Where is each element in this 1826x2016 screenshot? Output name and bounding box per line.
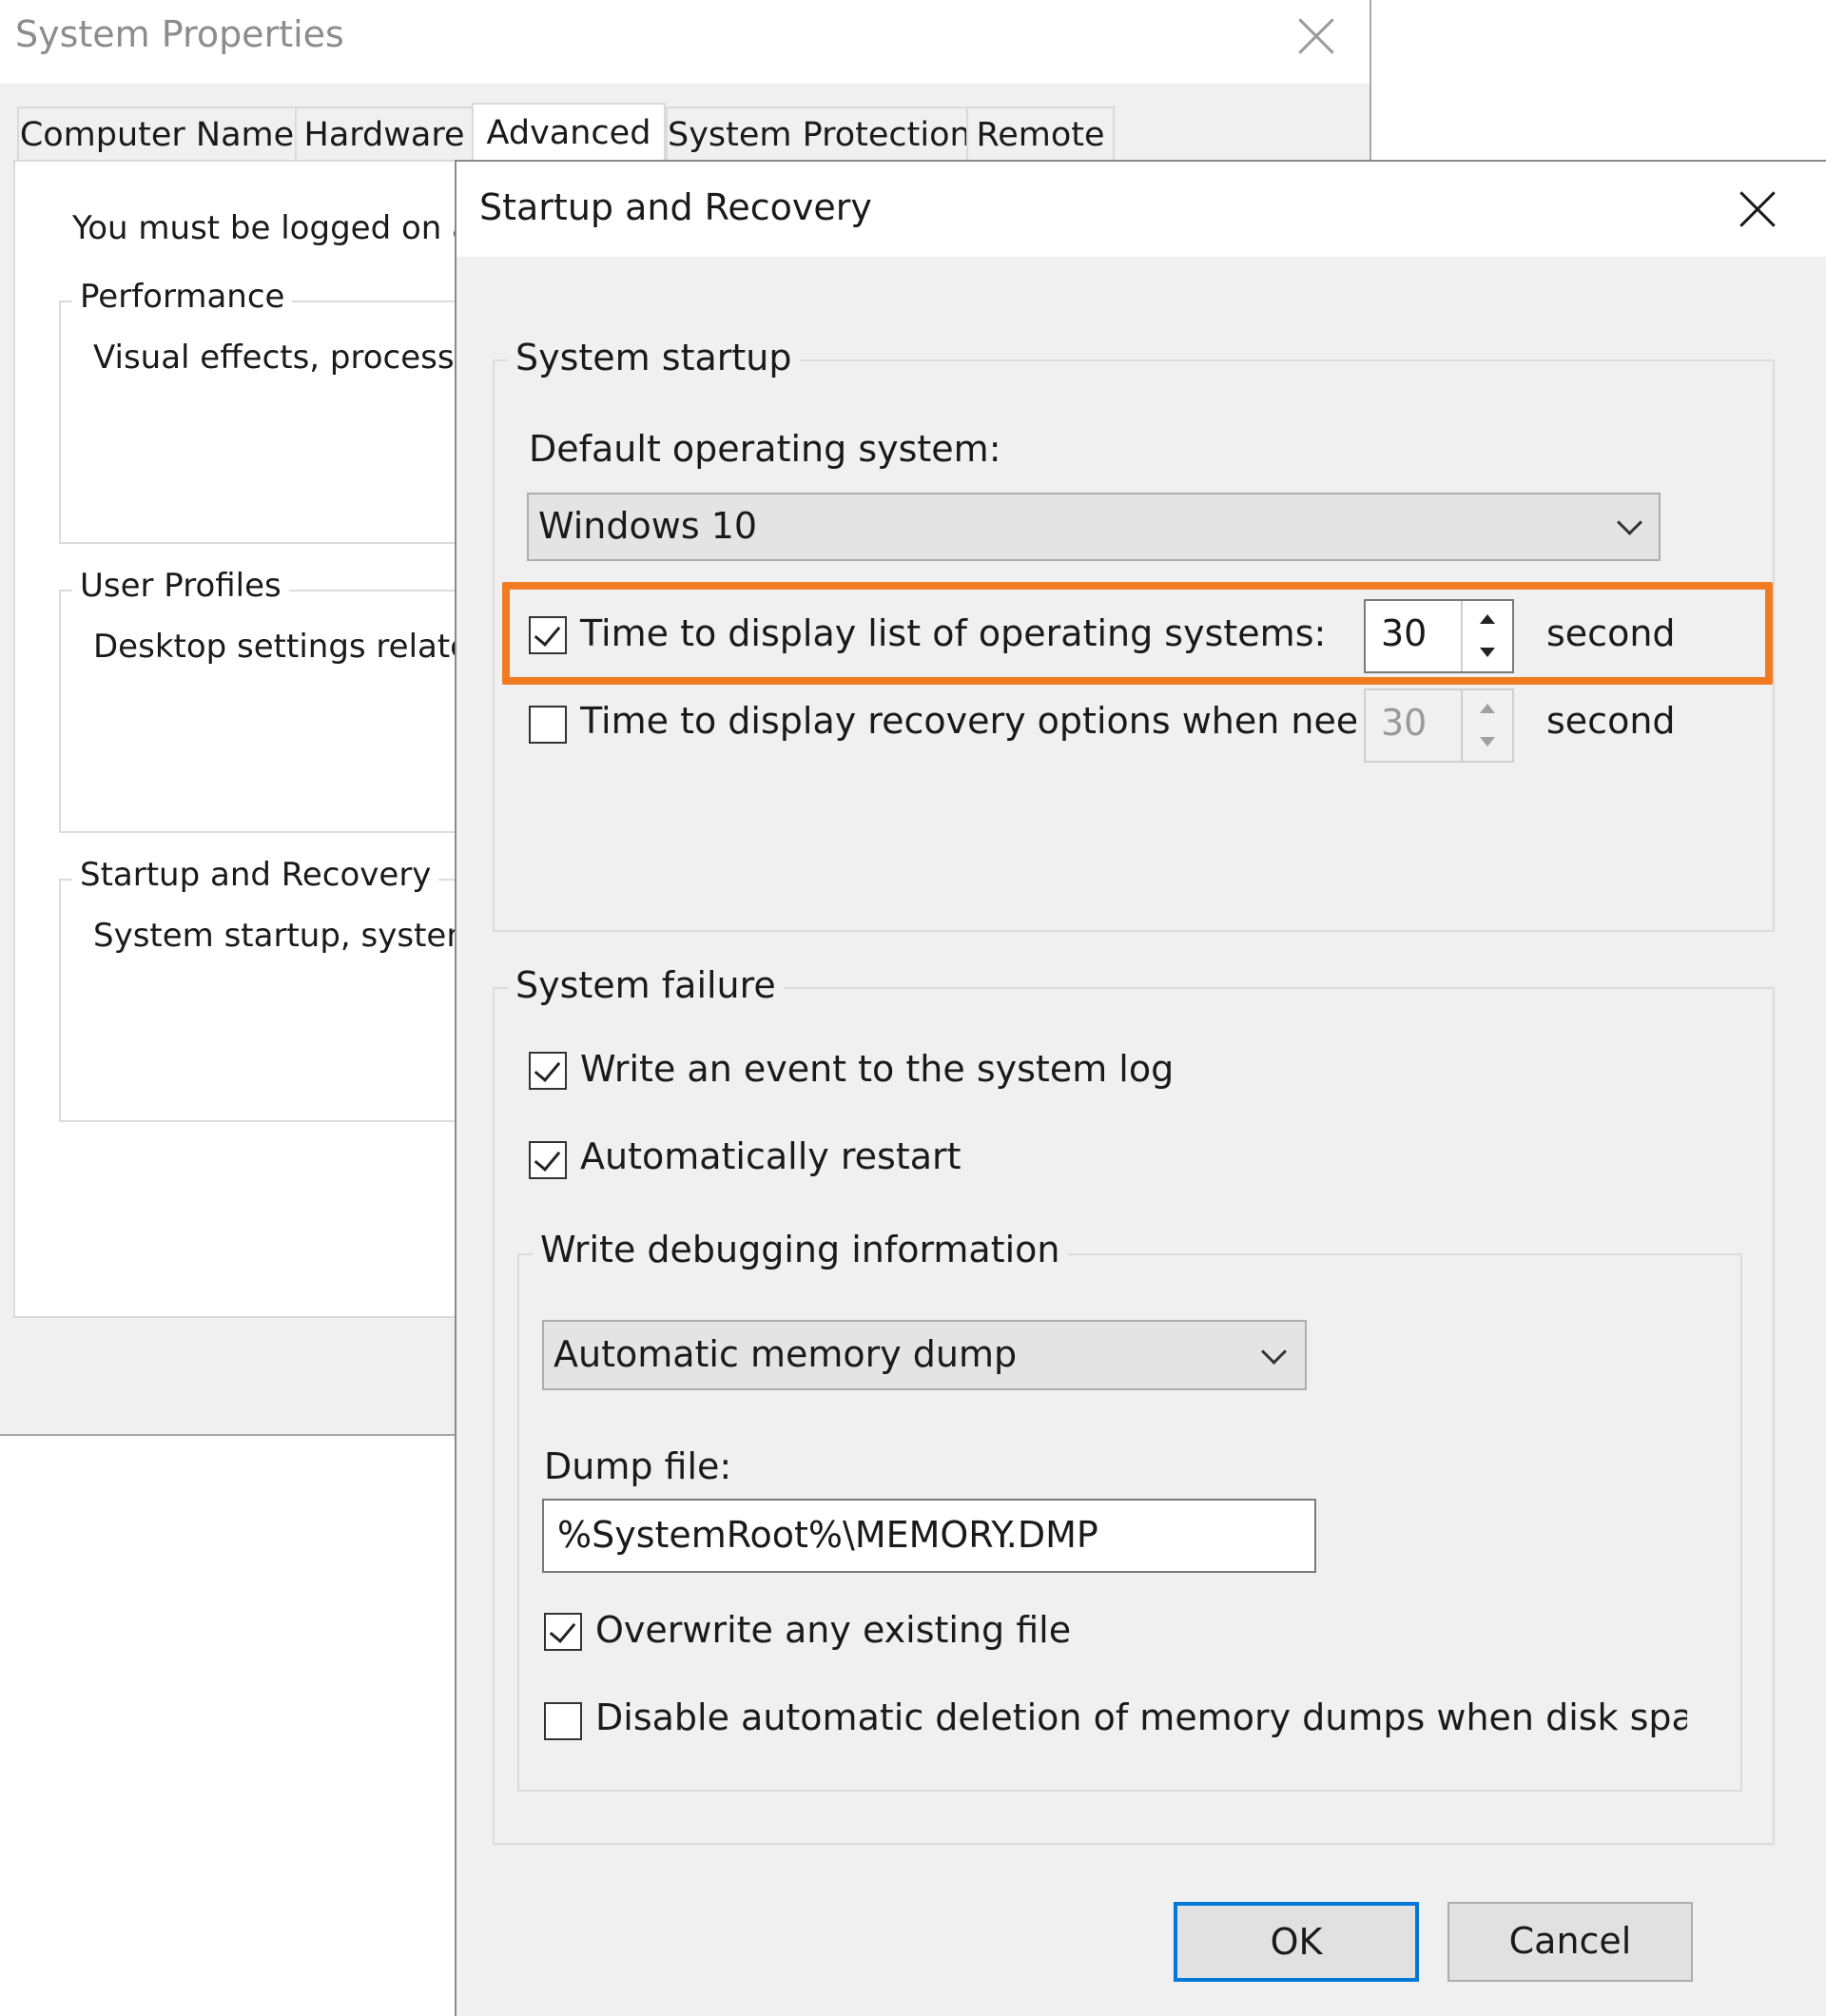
display-recovery-checkbox[interactable] — [529, 706, 567, 744]
dump-file-input[interactable]: %SystemRoot%\MEMORY.DMP — [542, 1499, 1316, 1573]
display-recovery-label: Time to display recovery options when ne… — [580, 700, 1356, 742]
tab-hardware[interactable]: Hardware — [295, 107, 474, 160]
ok-button[interactable]: OK — [1174, 1902, 1419, 1982]
spin-up-button-disabled — [1463, 690, 1512, 726]
default-os-dropdown[interactable]: Windows 10 — [527, 493, 1661, 561]
write-event-label: Write an event to the system log — [580, 1048, 1175, 1090]
dialog-title: Startup and Recovery — [479, 186, 872, 228]
overwrite-label: Overwrite any existing file — [595, 1609, 1072, 1651]
close-icon[interactable] — [1737, 188, 1778, 230]
arrow-down-icon — [1480, 737, 1495, 746]
chevron-down-icon — [1261, 1339, 1287, 1365]
overwrite-checkbox[interactable] — [544, 1613, 582, 1651]
disable-auto-delete-label: Disable automatic deletion of memory dum… — [595, 1696, 1687, 1738]
display-list-unit: seconds — [1546, 612, 1674, 654]
display-recovery-value: 30 — [1381, 702, 1428, 744]
arrow-up-icon — [1480, 704, 1495, 713]
display-list-spinner[interactable]: 30 — [1364, 599, 1514, 673]
dump-type-dropdown[interactable]: Automatic memory dump — [542, 1320, 1307, 1390]
dump-type-value: Automatic memory dump — [554, 1333, 1018, 1376]
arrow-up-icon — [1480, 614, 1495, 624]
spin-up-button[interactable] — [1463, 601, 1512, 636]
dump-file-value: %SystemRoot%\MEMORY.DMP — [557, 1514, 1098, 1556]
user-profiles-description: Desktop settings related — [93, 628, 491, 666]
system-failure-legend: System failure — [508, 964, 784, 1006]
display-recovery-unit: seconds — [1546, 700, 1674, 742]
tab-remote[interactable]: Remote — [966, 107, 1115, 160]
startup-recovery-description: System startup, system f — [93, 917, 500, 955]
default-os-value: Windows 10 — [538, 505, 758, 548]
performance-description: Visual effects, processo — [93, 339, 475, 377]
tab-system-protection[interactable]: System Protection — [666, 107, 971, 160]
tab-advanced[interactable]: Advanced — [472, 103, 666, 164]
debugging-legend: Write debugging information — [533, 1229, 1068, 1270]
display-list-checkbox[interactable] — [529, 616, 567, 654]
startup-recovery-legend: Startup and Recovery — [72, 856, 439, 894]
performance-legend: Performance — [72, 278, 293, 316]
spin-down-button[interactable] — [1463, 636, 1512, 671]
display-list-label: Time to display list of operating system… — [580, 612, 1327, 654]
arrow-down-icon — [1480, 648, 1495, 657]
dump-file-label: Dump file: — [544, 1445, 732, 1487]
window-title: System Properties — [15, 13, 344, 55]
user-profiles-legend: User Profiles — [72, 567, 289, 605]
auto-restart-checkbox[interactable] — [529, 1141, 567, 1179]
display-list-value: 30 — [1381, 612, 1428, 654]
display-recovery-spinner: 30 — [1364, 688, 1514, 763]
startup-recovery-dialog: Startup and Recovery System startup Defa… — [455, 160, 1826, 2016]
system-startup-legend: System startup — [508, 337, 800, 378]
cancel-button[interactable]: Cancel — [1447, 1902, 1693, 1982]
chevron-down-icon — [1617, 510, 1642, 535]
disable-auto-delete-checkbox[interactable] — [544, 1702, 582, 1740]
write-event-checkbox[interactable] — [529, 1052, 567, 1090]
tab-computer-name[interactable]: Computer Name — [17, 107, 297, 160]
close-icon[interactable] — [1295, 15, 1337, 57]
admin-notice: You must be logged on a — [72, 209, 472, 247]
spin-down-button-disabled — [1463, 726, 1512, 761]
default-os-label: Default operating system: — [529, 428, 1001, 470]
auto-restart-label: Automatically restart — [580, 1135, 962, 1177]
